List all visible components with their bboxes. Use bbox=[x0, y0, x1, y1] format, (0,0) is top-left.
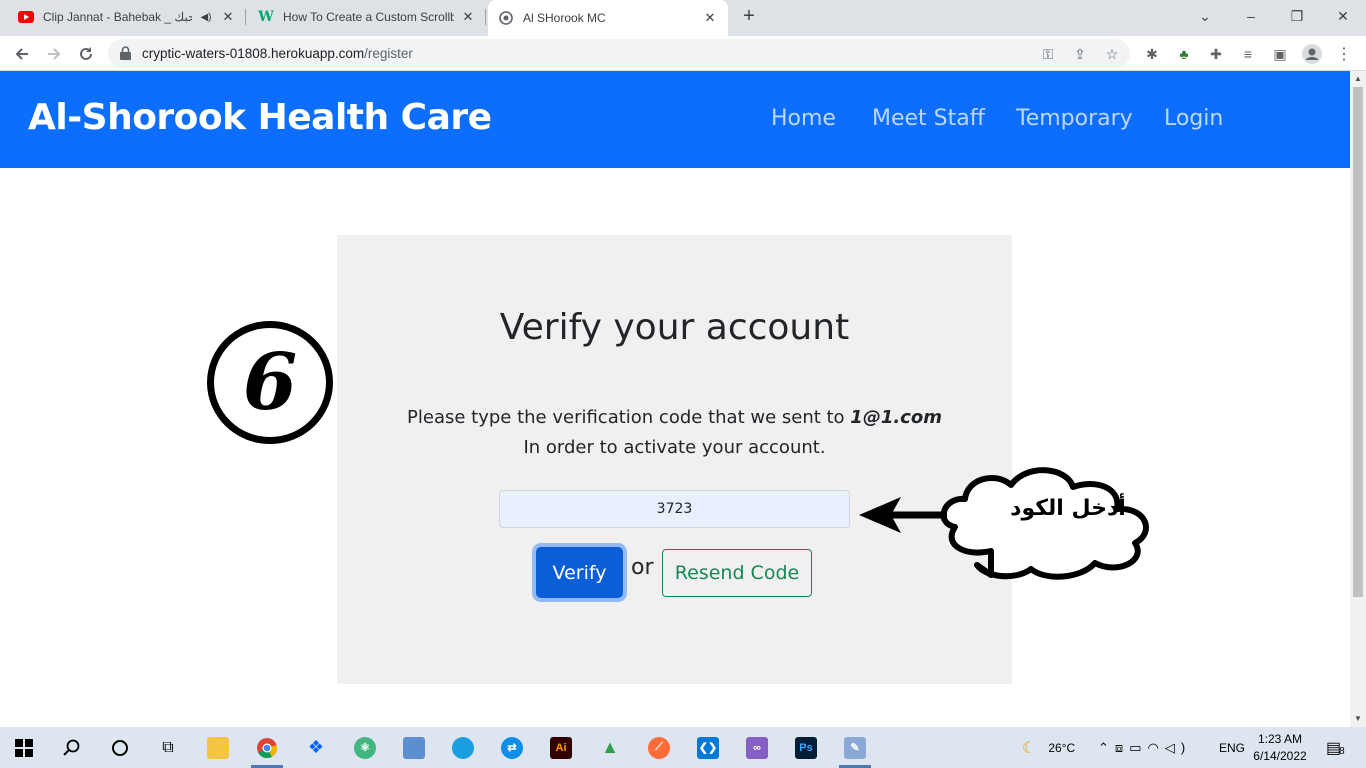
close-tab-icon[interactable]: ✕ bbox=[460, 9, 476, 25]
brand-title[interactable]: Al-Shorook Health Care bbox=[28, 97, 492, 138]
forward-icon[interactable] bbox=[40, 40, 68, 68]
page-scrollbar[interactable]: ▲ ▼ bbox=[1350, 71, 1366, 727]
tab-title: How To Create a Custom Scrollba bbox=[283, 10, 454, 24]
battery-icon[interactable]: ▭ bbox=[1129, 740, 1147, 756]
task-view-icon[interactable]: ⧉ bbox=[144, 727, 192, 768]
chevron-up-icon[interactable]: ⌃ bbox=[1098, 740, 1115, 756]
message-line2: In order to activate your account. bbox=[523, 437, 826, 458]
language-indicator[interactable]: ENG bbox=[1219, 727, 1245, 768]
message-text: Please type the verification code that w… bbox=[407, 407, 851, 428]
page-viewport: Al-Shorook Health Care Home Meet Staff T… bbox=[0, 71, 1350, 727]
tab-search-icon[interactable]: ⌄ bbox=[1182, 0, 1228, 32]
vscode-icon[interactable]: ❮❯ bbox=[684, 727, 732, 768]
dropbox-icon[interactable]: ❖ bbox=[292, 727, 340, 768]
step-number-badge: 6 bbox=[207, 321, 333, 444]
notification-count: 8 bbox=[1339, 746, 1345, 757]
share-icon[interactable]: ⇪ bbox=[1070, 44, 1090, 64]
tab-title: Clip Jannat - Bahebak _ بحبك bbox=[43, 10, 192, 24]
scroll-down-arrow-icon[interactable]: ▼ bbox=[1350, 711, 1366, 727]
tab-youtube[interactable]: Clip Jannat - Bahebak _ بحبك ◀) ✕ bbox=[8, 0, 246, 34]
bubble-text: أدخل الكود bbox=[1010, 496, 1126, 521]
paint-icon[interactable]: ✎ bbox=[831, 727, 879, 768]
lock-icon[interactable] bbox=[120, 46, 131, 65]
page-title: Verify your account bbox=[499, 307, 850, 348]
bug-extension-icon[interactable]: ✱ bbox=[1142, 44, 1162, 64]
site-icon bbox=[498, 10, 514, 26]
back-icon[interactable] bbox=[8, 40, 36, 68]
search-icon[interactable] bbox=[48, 727, 96, 768]
close-tab-icon[interactable]: ✕ bbox=[702, 10, 718, 26]
chrome-icon[interactable] bbox=[243, 727, 291, 768]
nav-temporary[interactable]: Temporary bbox=[1016, 106, 1133, 131]
side-panel-icon[interactable]: ▣ bbox=[1270, 44, 1290, 64]
moon-icon: ☾ bbox=[1022, 739, 1037, 757]
virtualbox-icon[interactable] bbox=[390, 727, 438, 768]
postman-icon[interactable]: ⟋ bbox=[635, 727, 683, 768]
tree-extension-icon[interactable]: ♣ bbox=[1174, 44, 1194, 64]
speaker-icon[interactable]: ◀) bbox=[198, 9, 214, 25]
scroll-up-arrow-icon[interactable]: ▲ bbox=[1350, 71, 1366, 87]
windows-taskbar: ⧉ ❖ ⚛ ⇄ Ai ▲ ⟋ ❮❯ ∞ Ps ✎ ☾ 26°C ⌃ ⧈ ▭ ◠ … bbox=[0, 727, 1366, 768]
puzzle-extensions-icon[interactable]: ✚ bbox=[1206, 44, 1226, 64]
menu-icon[interactable]: ⋮ bbox=[1334, 44, 1354, 64]
notifications-icon[interactable]: ▤ 8 bbox=[1326, 727, 1345, 768]
weather-widget[interactable]: ☾ 26°C bbox=[1022, 727, 1075, 768]
restore-icon[interactable]: ❐ bbox=[1274, 0, 1320, 32]
visual-studio-icon[interactable]: ∞ bbox=[733, 727, 781, 768]
address-bar[interactable]: cryptic-waters-01808.herokuapp.com/regis… bbox=[108, 39, 1130, 68]
atom-icon[interactable]: ⚛ bbox=[341, 727, 389, 768]
new-tab-button[interactable]: + bbox=[738, 6, 760, 28]
illustrator-icon[interactable]: Ai bbox=[537, 727, 585, 768]
photoshop-icon[interactable]: Ps bbox=[782, 727, 830, 768]
resend-code-button[interactable]: Resend Code bbox=[662, 549, 812, 597]
verify-message: Please type the verification code that w… bbox=[337, 403, 1012, 463]
nav-login[interactable]: Login bbox=[1164, 106, 1223, 131]
tab-strip: Clip Jannat - Bahebak _ بحبك ◀) ✕ W How … bbox=[0, 0, 1366, 36]
email-text: 1@1.com bbox=[850, 407, 942, 428]
media-control-icon[interactable]: ≡ bbox=[1238, 44, 1258, 64]
file-explorer-icon[interactable] bbox=[194, 727, 242, 768]
tab-active[interactable]: Al SHorook MC ✕ bbox=[488, 0, 728, 36]
minimize-icon[interactable]: – bbox=[1228, 0, 1274, 32]
meet-icon[interactable]: ⧈ bbox=[1115, 740, 1129, 756]
profile-avatar-icon[interactable] bbox=[1302, 44, 1322, 64]
cortana-icon[interactable] bbox=[96, 727, 144, 768]
nav-meet-staff[interactable]: Meet Staff bbox=[872, 106, 985, 131]
site-navbar: Al-Shorook Health Care Home Meet Staff T… bbox=[0, 71, 1350, 168]
clock-time: 1:23 AM bbox=[1257, 732, 1303, 746]
system-tray-icons[interactable]: ⌃ ⧈ ▭ ◠ ◁) bbox=[1098, 727, 1191, 768]
volume-icon[interactable]: ◁) bbox=[1165, 740, 1191, 756]
weather-temp: 26°C bbox=[1048, 740, 1076, 755]
verification-code-input[interactable] bbox=[499, 490, 850, 528]
reload-icon[interactable] bbox=[72, 40, 100, 68]
or-text: or bbox=[631, 555, 654, 580]
edge-icon[interactable] bbox=[439, 727, 487, 768]
clock-date: 6/14/2022 bbox=[1253, 749, 1307, 763]
close-window-icon[interactable]: ✕ bbox=[1320, 0, 1366, 32]
close-tab-icon[interactable]: ✕ bbox=[220, 9, 236, 25]
rocket-app-icon[interactable]: ▲ bbox=[586, 727, 634, 768]
star-icon[interactable]: ☆ bbox=[1102, 44, 1122, 64]
tab-title: Al SHorook MC bbox=[523, 11, 606, 25]
nav-home[interactable]: Home bbox=[771, 106, 836, 131]
w3-icon: W bbox=[258, 9, 274, 25]
youtube-icon bbox=[18, 9, 34, 25]
tab-w3[interactable]: W How To Create a Custom Scrollba ✕ bbox=[248, 0, 486, 34]
teamviewer-icon[interactable]: ⇄ bbox=[488, 727, 536, 768]
url-text[interactable]: cryptic-waters-01808.herokuapp.com/regis… bbox=[142, 46, 413, 61]
wifi-icon[interactable]: ◠ bbox=[1147, 740, 1164, 756]
verify-button[interactable]: Verify bbox=[536, 547, 623, 598]
speech-bubble-arrow bbox=[859, 467, 1149, 580]
windows-start-icon[interactable] bbox=[0, 727, 48, 768]
system-clock[interactable]: 1:23 AM 6/14/2022 bbox=[1248, 731, 1312, 765]
browser-toolbar: cryptic-waters-01808.herokuapp.com/regis… bbox=[0, 36, 1366, 71]
scrollbar-thumb[interactable] bbox=[1353, 87, 1363, 597]
key-icon[interactable]: ⚿ bbox=[1038, 44, 1058, 64]
